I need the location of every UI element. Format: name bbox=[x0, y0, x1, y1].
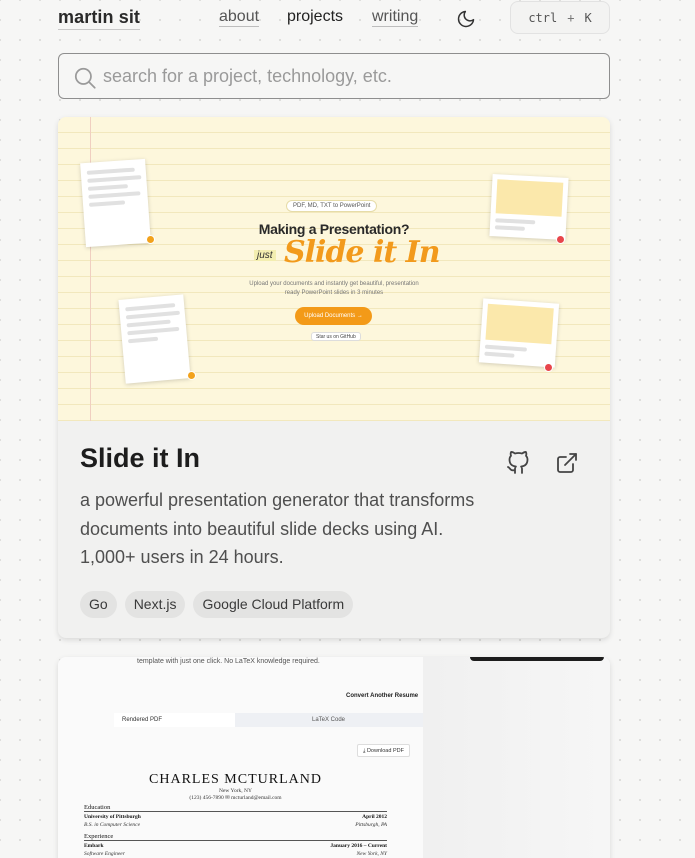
screenshot-side-panel bbox=[423, 657, 610, 858]
hero-subtitle-line1: Upload your documents and instantly get … bbox=[249, 281, 419, 287]
resume-school: University of Pittsburgh bbox=[84, 814, 141, 820]
decor-dot bbox=[544, 363, 553, 372]
decor-document bbox=[118, 294, 191, 384]
resume-degree-location: Pittsburgh, PA bbox=[355, 822, 387, 828]
hero-just: just bbox=[254, 250, 276, 261]
shortcut-key-ctrl: ctrl bbox=[528, 10, 558, 25]
resume-company-date: January 2016 – Current bbox=[330, 843, 387, 849]
hero-subtitle-line2: ready PowerPoint slides in 3 minutes bbox=[284, 290, 384, 296]
theme-toggle-button[interactable] bbox=[456, 9, 476, 29]
format-badge: PDF, MD, TXT to PowerPoint bbox=[286, 200, 378, 212]
site-header: martin sit about projects writing ctrl +… bbox=[58, 0, 610, 36]
hero-brand: Slide it In bbox=[284, 235, 441, 270]
shortcut-key-k: K bbox=[584, 10, 592, 25]
tech-tags: Go Next.js Google Cloud Platform bbox=[80, 591, 354, 618]
resume-degree: B.S. in Computer Science bbox=[84, 822, 141, 828]
nav-writing[interactable]: writing bbox=[372, 8, 419, 27]
moon-icon bbox=[457, 10, 475, 28]
project-search-box[interactable] bbox=[58, 53, 610, 99]
decor-dot bbox=[187, 371, 196, 380]
tag-go[interactable]: Go bbox=[80, 591, 117, 618]
github-link[interactable] bbox=[506, 451, 530, 475]
screenshot-convert-link: Convert Another Resume bbox=[346, 693, 419, 699]
project-card-slide-it-in[interactable]: PDF, MD, TXT to PowerPoint Making a Pres… bbox=[58, 117, 610, 638]
project-screenshot: template with just one click. No LaTeX k… bbox=[58, 657, 610, 858]
nav-about[interactable]: about bbox=[219, 8, 260, 27]
nav-projects[interactable]: projects bbox=[287, 8, 343, 26]
decor-slide bbox=[478, 298, 560, 368]
screenshot-tab-latex-code: LaTeX Code bbox=[312, 717, 346, 723]
tag-google-cloud-platform[interactable]: Google Cloud Platform bbox=[193, 591, 354, 618]
hero-upload-button: Upload Documents → bbox=[295, 307, 372, 325]
screenshot-tab-rendered-pdf: Rendered PDF bbox=[114, 713, 235, 727]
resume-row: Software Engineer New York, NY bbox=[84, 851, 387, 857]
project-card-resume[interactable]: template with just one click. No LaTeX k… bbox=[58, 657, 610, 858]
resume-row: Embark January 2016 – Current bbox=[84, 843, 387, 849]
resume-role: Software Engineer bbox=[84, 851, 125, 857]
resume-name: CHARLES MCTURLAND bbox=[149, 772, 322, 787]
resume-school-date: April 2012 bbox=[362, 814, 387, 820]
resume-role-location: New York, NY bbox=[356, 851, 387, 857]
resume-section-education: Education bbox=[84, 804, 387, 812]
project-title: Slide it In bbox=[80, 443, 201, 473]
resume-location: New York, NY bbox=[218, 788, 252, 794]
screenshot-download-button: ⤓ Download PDF bbox=[357, 744, 410, 757]
site-brand-link[interactable]: martin sit bbox=[58, 7, 141, 30]
resume-contact: (123) 456-7890 ✉ mcturland@email.com bbox=[189, 795, 282, 801]
search-input[interactable] bbox=[103, 54, 593, 98]
project-description: a powerful presentation generator that t… bbox=[80, 490, 475, 567]
external-link-icon bbox=[557, 453, 577, 473]
shortcut-plus: + bbox=[567, 10, 575, 25]
tag-nextjs[interactable]: Next.js bbox=[124, 591, 186, 618]
resume-section-experience: Experience bbox=[84, 833, 387, 841]
external-link[interactable] bbox=[555, 451, 579, 475]
resume-row: B.S. in Computer Science Pittsburgh, PA bbox=[84, 822, 387, 828]
hero-github-star: Star us on GitHub bbox=[311, 332, 361, 341]
resume-row: University of Pittsburgh April 2012 bbox=[84, 814, 387, 820]
resume-company: Embark bbox=[84, 843, 104, 849]
search-icon bbox=[74, 67, 96, 89]
screenshot-dark-bar bbox=[470, 657, 604, 661]
command-palette-shortcut[interactable]: ctrl + K bbox=[510, 1, 610, 34]
project-screenshot: PDF, MD, TXT to PowerPoint Making a Pres… bbox=[58, 117, 610, 421]
screenshot-intro-text: template with just one click. No LaTeX k… bbox=[137, 658, 320, 665]
screenshot-tabs: Rendered PDF LaTeX Code bbox=[114, 713, 423, 727]
github-icon bbox=[507, 451, 529, 474]
